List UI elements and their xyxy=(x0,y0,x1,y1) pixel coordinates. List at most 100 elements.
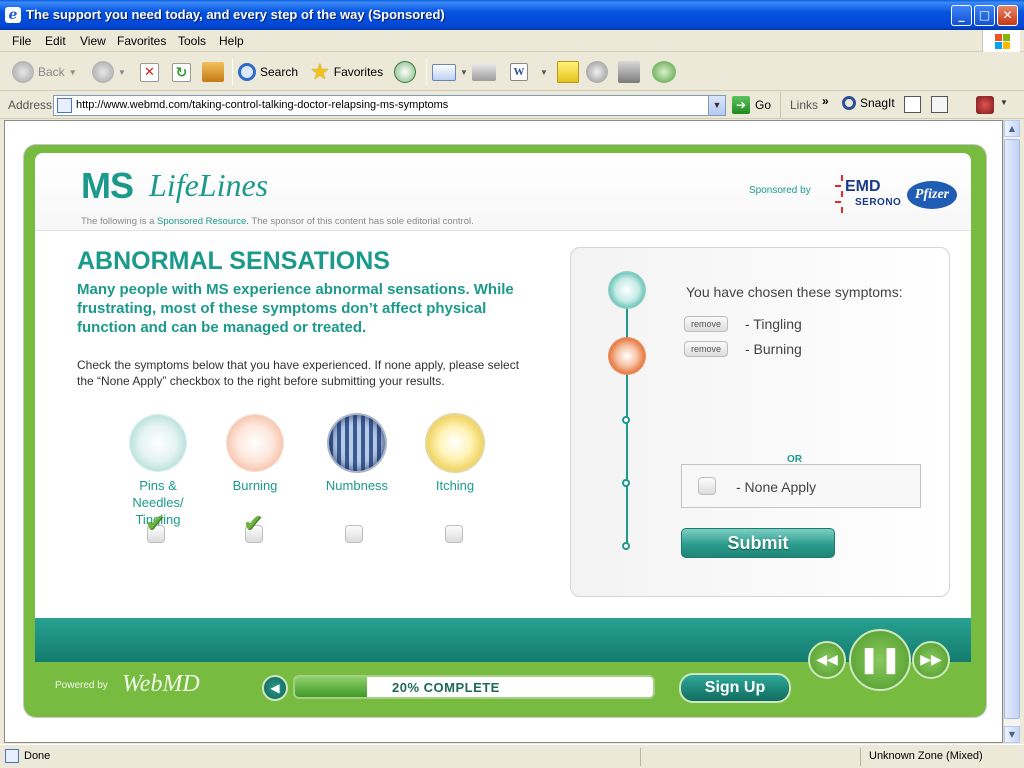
search-button[interactable]: Search xyxy=(238,59,298,85)
symptom-burning[interactable]: Burning xyxy=(210,415,300,494)
title-bar: e The support you need today, and every … xyxy=(0,0,1024,30)
stop-icon: ✕ xyxy=(140,62,159,82)
emd-serono-logo: EMD SERONO xyxy=(835,171,903,215)
webmd-logo: WebMD xyxy=(122,671,200,697)
pins-needles-icon xyxy=(130,415,186,471)
rewind-button[interactable]: ◀◀ xyxy=(808,641,846,679)
links-label[interactable]: Links xyxy=(790,98,818,112)
minimize-button[interactable]: _ xyxy=(951,5,972,26)
itching-checkbox[interactable] xyxy=(445,525,463,543)
status-text: Done xyxy=(24,750,51,762)
refresh-button[interactable]: ↻ xyxy=(172,59,191,85)
numbness-checkbox[interactable] xyxy=(345,525,363,543)
stop-button[interactable]: ✕ xyxy=(140,59,159,85)
forward-arrow-icon xyxy=(92,61,114,83)
submit-button[interactable]: Submit xyxy=(681,528,835,558)
page-icon xyxy=(5,749,19,763)
chevron-down-icon: ▼ xyxy=(540,67,548,77)
go-button[interactable]: ➔ Go xyxy=(732,96,771,114)
sign-up-button[interactable]: Sign Up xyxy=(679,673,791,703)
timeline-dot xyxy=(622,542,630,550)
menu-edit[interactable]: Edit xyxy=(45,34,66,48)
windows-logo-icon xyxy=(982,30,1020,52)
home-icon xyxy=(202,62,224,82)
chevron-down-icon: ▼ xyxy=(68,67,77,77)
scroll-down-icon[interactable]: ▼ xyxy=(1004,726,1020,743)
menu-tools[interactable]: Tools xyxy=(178,34,206,48)
chevron-down-icon[interactable]: ▼ xyxy=(1000,98,1008,107)
contacts-button[interactable] xyxy=(652,59,676,85)
ie-icon: e xyxy=(5,7,21,23)
back-arrow-icon xyxy=(12,61,34,83)
menu-view[interactable]: View xyxy=(80,34,106,48)
ms-logo: MS xyxy=(81,165,134,206)
address-url: http://www.webmd.com/taking-control-talk… xyxy=(76,99,449,111)
none-apply-checkbox[interactable] xyxy=(698,477,716,495)
sponsored-by-label: Sponsored by xyxy=(749,185,811,196)
media-button[interactable] xyxy=(618,59,640,85)
vertical-scrollbar[interactable]: ▲ ▼ xyxy=(1003,120,1020,743)
none-apply-label: - None Apply xyxy=(736,479,817,495)
page-icon xyxy=(57,98,72,113)
people-icon xyxy=(652,61,676,83)
pins-needles-icon xyxy=(609,272,645,308)
page-viewport: MS LifeLines The following is a Sponsore… xyxy=(4,120,1003,743)
note-icon xyxy=(557,61,579,83)
toolbar: Back ▼ ▼ ✕ ↻ Search ★ Favorites ▼ W ▼ xyxy=(0,53,1024,91)
chosen-symptoms-title: You have chosen these symptoms: xyxy=(686,284,903,300)
burning-icon xyxy=(227,415,283,471)
addon-icon[interactable] xyxy=(976,96,994,114)
module-frame: MS LifeLines The following is a Sponsore… xyxy=(24,145,986,717)
snagit-button[interactable]: SnagIt xyxy=(842,96,895,110)
discuss-button[interactable] xyxy=(557,59,579,85)
timeline-dot xyxy=(622,479,630,487)
media-icon xyxy=(618,61,640,83)
numbness-icon xyxy=(329,415,385,471)
address-label: Address xyxy=(8,98,53,112)
status-bar: Done Unknown Zone (Mixed) xyxy=(0,744,1024,768)
symptom-itching[interactable]: Itching xyxy=(410,415,500,494)
remove-tingling-button[interactable]: remove xyxy=(684,316,728,332)
scroll-up-icon[interactable]: ▲ xyxy=(1004,120,1020,137)
forward-button[interactable]: ▼ xyxy=(92,59,126,85)
snagit-capture-icon[interactable] xyxy=(904,96,921,113)
home-button[interactable] xyxy=(202,59,224,85)
back-button[interactable]: Back ▼ xyxy=(12,59,77,85)
fast-forward-button[interactable]: ▶▶ xyxy=(912,641,950,679)
printer-icon xyxy=(472,63,496,81)
menu-file[interactable]: File xyxy=(12,34,31,48)
maximize-button[interactable]: □ xyxy=(974,5,995,26)
word-icon: W xyxy=(510,63,528,81)
speaker-icon[interactable]: ◀ xyxy=(262,675,288,701)
snagit-editor-icon[interactable] xyxy=(931,96,948,113)
address-bar: Address http://www.webmd.com/taking-cont… xyxy=(0,92,1024,119)
edit-button[interactable]: W ▼ xyxy=(510,59,548,85)
mail-button[interactable]: ▼ xyxy=(432,59,468,85)
star-icon: ★ xyxy=(310,59,330,84)
symptom-numbness[interactable]: Numbness xyxy=(312,415,402,494)
close-button[interactable]: ✕ xyxy=(997,5,1018,26)
print-button[interactable] xyxy=(472,59,496,85)
favorites-button[interactable]: ★ Favorites xyxy=(310,59,383,85)
checkmark-icon: ✔ xyxy=(243,509,264,537)
pause-button[interactable]: ❚❚ xyxy=(849,629,911,691)
history-button[interactable] xyxy=(394,59,416,85)
chevron-down-icon: ▼ xyxy=(460,67,468,77)
sponsored-resource-link[interactable]: Sponsored Resource. xyxy=(157,216,249,227)
messenger-button[interactable] xyxy=(586,59,608,85)
scroll-thumb[interactable] xyxy=(1004,139,1020,719)
menu-help[interactable]: Help xyxy=(219,34,244,48)
menu-bar: File Edit View Favorites Tools Help xyxy=(0,30,1024,52)
checkmark-icon: ✔ xyxy=(145,509,166,537)
module-content: MS LifeLines The following is a Sponsore… xyxy=(35,153,971,618)
address-input[interactable]: http://www.webmd.com/taking-control-talk… xyxy=(53,95,726,116)
browser-window: e The support you need today, and every … xyxy=(0,0,1024,768)
itching-icon xyxy=(427,415,483,471)
chevron-down-icon[interactable]: ▼ xyxy=(708,96,725,115)
chevron-right-icon[interactable]: » xyxy=(822,94,829,108)
menu-favorites[interactable]: Favorites xyxy=(117,34,166,48)
none-apply-option[interactable]: - None Apply xyxy=(681,464,921,508)
remove-burning-button[interactable]: remove xyxy=(684,341,728,357)
pfizer-logo: Pfizer xyxy=(907,181,957,209)
snagit-icon xyxy=(842,96,856,110)
